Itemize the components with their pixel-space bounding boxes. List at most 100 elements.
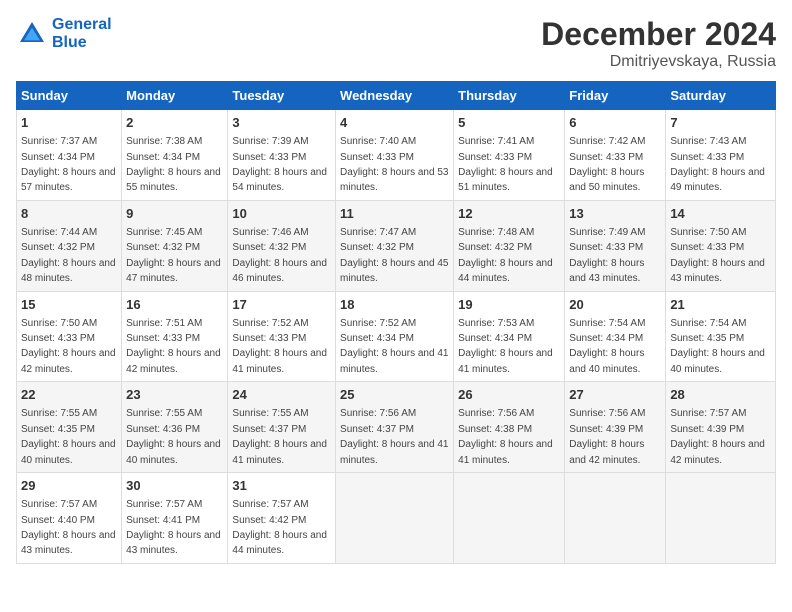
calendar-cell: 24 Sunrise: 7:55 AMSunset: 4:37 PMDayligh…: [228, 382, 336, 473]
logo-icon: [16, 18, 48, 50]
day-info: Sunrise: 7:38 AMSunset: 4:34 PMDaylight:…: [126, 136, 221, 193]
logo-line1: General: [52, 16, 112, 33]
calendar-cell: [454, 473, 565, 564]
day-number: 27: [569, 386, 661, 404]
calendar-cell: [666, 473, 776, 564]
calendar-cell: 15 Sunrise: 7:50 AMSunset: 4:33 PMDayligh…: [17, 291, 122, 382]
calendar-week-4: 22Sunrise: 7:55 AMSunset: 4:35 PMDayligh…: [17, 382, 776, 473]
calendar-cell: 9 Sunrise: 7:45 AMSunset: 4:32 PMDaylight…: [122, 200, 228, 291]
day-info: Sunrise: 7:41 AMSunset: 4:33 PMDaylight:…: [458, 136, 553, 193]
calendar-cell: 30 Sunrise: 7:57 AMSunset: 4:41 PMDayligh…: [122, 473, 228, 564]
day-info: Sunrise: 7:57 AMSunset: 4:42 PMDaylight:…: [232, 499, 327, 556]
day-number: 19: [458, 296, 560, 314]
day-number: 12: [458, 205, 560, 223]
day-info: Sunrise: 7:54 AMSunset: 4:35 PMDaylight:…: [670, 318, 765, 375]
day-number: 7: [670, 114, 771, 132]
calendar-cell: 31Sunrise: 7:57 AMSunset: 4:42 PMDayligh…: [228, 473, 336, 564]
weekday-header-sunday: Sunday: [17, 82, 122, 110]
calendar-week-1: 1Sunrise: 7:37 AMSunset: 4:34 PMDaylight…: [17, 110, 776, 201]
location-title: Dmitriyevskaya, Russia: [541, 53, 776, 71]
calendar-cell: 5 Sunrise: 7:41 AMSunset: 4:33 PMDaylight…: [454, 110, 565, 201]
day-number: 28: [670, 386, 771, 404]
calendar-cell: 1Sunrise: 7:37 AMSunset: 4:34 PMDaylight…: [17, 110, 122, 201]
day-info: Sunrise: 7:57 AMSunset: 4:41 PMDaylight:…: [126, 499, 221, 556]
day-info: Sunrise: 7:55 AMSunset: 4:36 PMDaylight:…: [126, 408, 221, 465]
page-header: General Blue December 2024 Dmitriyevskay…: [16, 16, 776, 71]
calendar-cell: 23Sunrise: 7:55 AMSunset: 4:36 PMDayligh…: [122, 382, 228, 473]
day-number: 6: [569, 114, 661, 132]
day-info: Sunrise: 7:52 AMSunset: 4:34 PMDaylight:…: [340, 318, 448, 375]
calendar-week-5: 29Sunrise: 7:57 AMSunset: 4:40 PMDayligh…: [17, 473, 776, 564]
day-number: 2: [126, 114, 223, 132]
title-block: December 2024 Dmitriyevskaya, Russia: [541, 16, 776, 71]
day-info: Sunrise: 7:49 AMSunset: 4:33 PMDaylight:…: [569, 227, 645, 284]
calendar-cell: 29Sunrise: 7:57 AMSunset: 4:40 PMDayligh…: [17, 473, 122, 564]
day-info: Sunrise: 7:45 AMSunset: 4:32 PMDaylight:…: [126, 227, 221, 284]
month-title: December 2024: [541, 16, 776, 53]
day-number: 14: [670, 205, 771, 223]
day-info: Sunrise: 7:39 AMSunset: 4:33 PMDaylight:…: [232, 136, 327, 193]
day-number: 30: [126, 477, 223, 495]
day-number: 15: [21, 296, 117, 314]
calendar-cell: 19 Sunrise: 7:53 AMSunset: 4:34 PMDayligh…: [454, 291, 565, 382]
calendar-cell: 10Sunrise: 7:46 AMSunset: 4:32 PMDayligh…: [228, 200, 336, 291]
day-info: Sunrise: 7:57 AMSunset: 4:40 PMDaylight:…: [21, 499, 116, 556]
day-number: 26: [458, 386, 560, 404]
calendar-cell: [336, 473, 454, 564]
calendar-table: SundayMondayTuesdayWednesdayThursdayFrid…: [16, 81, 776, 564]
calendar-cell: 20Sunrise: 7:54 AMSunset: 4:34 PMDayligh…: [565, 291, 666, 382]
weekday-header-monday: Monday: [122, 82, 228, 110]
day-number: 25: [340, 386, 449, 404]
day-info: Sunrise: 7:37 AMSunset: 4:34 PMDaylight:…: [21, 136, 116, 193]
calendar-cell: 17 Sunrise: 7:52 AMSunset: 4:33 PMDayligh…: [228, 291, 336, 382]
calendar-cell: 26 Sunrise: 7:56 AMSunset: 4:38 PMDayligh…: [454, 382, 565, 473]
day-info: Sunrise: 7:55 AMSunset: 4:37 PMDaylight:…: [232, 408, 327, 465]
calendar-cell: 13 Sunrise: 7:49 AMSunset: 4:33 PMDayligh…: [565, 200, 666, 291]
day-number: 24: [232, 386, 331, 404]
weekday-header-tuesday: Tuesday: [228, 82, 336, 110]
day-info: Sunrise: 7:51 AMSunset: 4:33 PMDaylight:…: [126, 318, 221, 375]
day-number: 13: [569, 205, 661, 223]
calendar-cell: 22Sunrise: 7:55 AMSunset: 4:35 PMDayligh…: [17, 382, 122, 473]
day-info: Sunrise: 7:50 AMSunset: 4:33 PMDaylight:…: [21, 318, 116, 375]
calendar-week-2: 8Sunrise: 7:44 AMSunset: 4:32 PMDaylight…: [17, 200, 776, 291]
calendar-cell: 6 Sunrise: 7:42 AMSunset: 4:33 PMDaylight…: [565, 110, 666, 201]
weekday-header-thursday: Thursday: [454, 82, 565, 110]
day-info: Sunrise: 7:46 AMSunset: 4:32 PMDaylight:…: [232, 227, 327, 284]
day-number: 22: [21, 386, 117, 404]
day-info: Sunrise: 7:56 AMSunset: 4:38 PMDaylight:…: [458, 408, 553, 465]
day-number: 5: [458, 114, 560, 132]
calendar-cell: 27Sunrise: 7:56 AMSunset: 4:39 PMDayligh…: [565, 382, 666, 473]
calendar-week-3: 15 Sunrise: 7:50 AMSunset: 4:33 PMDayligh…: [17, 291, 776, 382]
day-number: 18: [340, 296, 449, 314]
day-info: Sunrise: 7:48 AMSunset: 4:32 PMDaylight:…: [458, 227, 553, 284]
calendar-cell: 12 Sunrise: 7:48 AMSunset: 4:32 PMDayligh…: [454, 200, 565, 291]
weekday-header-friday: Friday: [565, 82, 666, 110]
day-number: 20: [569, 296, 661, 314]
weekday-header-saturday: Saturday: [666, 82, 776, 110]
day-info: Sunrise: 7:53 AMSunset: 4:34 PMDaylight:…: [458, 318, 553, 375]
calendar-cell: 21 Sunrise: 7:54 AMSunset: 4:35 PMDayligh…: [666, 291, 776, 382]
logo-text: General Blue: [52, 16, 112, 51]
day-number: 16: [126, 296, 223, 314]
day-info: Sunrise: 7:43 AMSunset: 4:33 PMDaylight:…: [670, 136, 765, 193]
day-info: Sunrise: 7:50 AMSunset: 4:33 PMDaylight:…: [670, 227, 765, 284]
day-number: 11: [340, 205, 449, 223]
day-number: 21: [670, 296, 771, 314]
day-number: 3: [232, 114, 331, 132]
day-info: Sunrise: 7:52 AMSunset: 4:33 PMDaylight:…: [232, 318, 327, 375]
calendar-cell: 14 Sunrise: 7:50 AMSunset: 4:33 PMDayligh…: [666, 200, 776, 291]
day-number: 4: [340, 114, 449, 132]
day-number: 17: [232, 296, 331, 314]
day-info: Sunrise: 7:44 AMSunset: 4:32 PMDaylight:…: [21, 227, 116, 284]
day-info: Sunrise: 7:42 AMSunset: 4:33 PMDaylight:…: [569, 136, 645, 193]
day-number: 9: [126, 205, 223, 223]
calendar-cell: 28Sunrise: 7:57 AMSunset: 4:39 PMDayligh…: [666, 382, 776, 473]
logo: General Blue: [16, 16, 112, 51]
day-info: Sunrise: 7:47 AMSunset: 4:32 PMDaylight:…: [340, 227, 448, 284]
calendar-cell: 7 Sunrise: 7:43 AMSunset: 4:33 PMDaylight…: [666, 110, 776, 201]
calendar-cell: 8Sunrise: 7:44 AMSunset: 4:32 PMDaylight…: [17, 200, 122, 291]
calendar-cell: 4 Sunrise: 7:40 AMSunset: 4:33 PMDaylight…: [336, 110, 454, 201]
calendar-cell: 2 Sunrise: 7:38 AMSunset: 4:34 PMDaylight…: [122, 110, 228, 201]
day-info: Sunrise: 7:40 AMSunset: 4:33 PMDaylight:…: [340, 136, 448, 193]
